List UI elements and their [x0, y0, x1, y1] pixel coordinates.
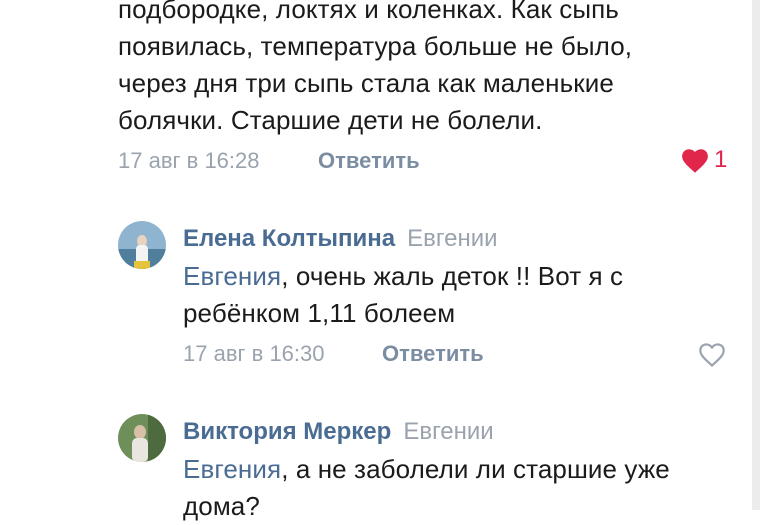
comment-header: Виктория Меркер Евгении: [183, 418, 494, 446]
comment-header: Елена Колтыпина Евгении: [183, 225, 498, 253]
author-name[interactable]: Елена Колтыпина: [183, 225, 395, 252]
reply-to: Евгении: [403, 418, 494, 445]
comment-text: Евгения, очень жаль деток !! Вот я с реб…: [183, 258, 623, 332]
avatar[interactable]: [118, 221, 166, 269]
like-count: 1: [714, 146, 728, 173]
comment-line: Евгения, очень жаль деток !! Вот я с: [183, 258, 623, 295]
comment-timestamp: 17 авг в 16:28: [118, 148, 260, 173]
comment-line: через дня три сыпь стала как маленькие: [118, 68, 614, 98]
comment-timestamp: 17 авг в 16:30: [183, 341, 325, 366]
reply-button[interactable]: Ответить: [318, 148, 420, 174]
comment-text: подбородке, локтях и коленках. Как сыпь …: [118, 0, 632, 139]
heart-filled-icon: [682, 148, 708, 173]
comment-line: Евгения, а не заболели ли старшие уже: [183, 451, 670, 488]
mention-link[interactable]: Евгения: [183, 454, 281, 484]
mention-link[interactable]: Евгения: [183, 261, 281, 291]
author-name[interactable]: Виктория Меркер: [183, 418, 391, 445]
heart-outline-icon: [699, 343, 725, 368]
like-button[interactable]: 1: [680, 146, 727, 174]
comment-line: появилась, температура больше не было,: [118, 31, 633, 61]
reply-to: Евгении: [407, 225, 498, 252]
like-button[interactable]: [697, 341, 727, 373]
comment-line: болячки. Старшие дети не болели.: [118, 105, 543, 135]
comment-line: дома?: [183, 491, 260, 521]
avatar[interactable]: [118, 414, 166, 462]
comment-text: Евгения, а не заболели ли старшие уже до…: [183, 451, 670, 525]
reply-button[interactable]: Ответить: [382, 341, 484, 367]
comment-line: подбородке, локтях и коленках. Как сыпь: [118, 0, 619, 24]
comment-text-part: , а не заболели ли старшие уже: [281, 454, 670, 484]
comment-text-part: , очень жаль деток !! Вот я с: [281, 261, 624, 291]
comment-line: ребёнком 1,11 болеем: [183, 298, 456, 328]
scroll-edge: [752, 0, 760, 510]
